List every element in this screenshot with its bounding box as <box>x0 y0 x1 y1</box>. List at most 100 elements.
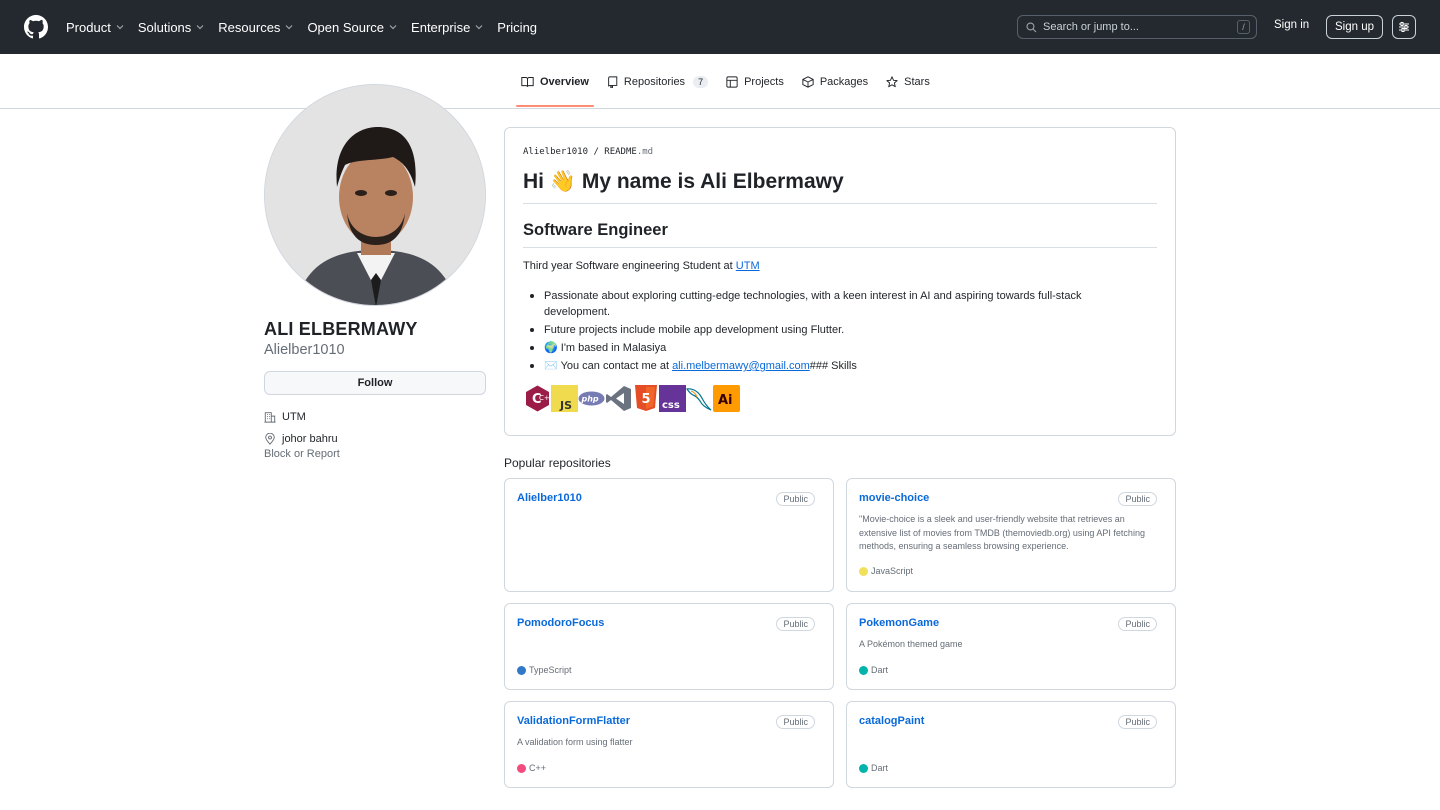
star-icon <box>886 75 898 87</box>
language-color-dot <box>859 665 868 675</box>
location-icon <box>265 433 275 445</box>
repo-description: "Movie-choice is a sleek and user-friend… <box>859 514 1145 551</box>
list-item-text: ### Skills <box>809 360 857 372</box>
nav-enterprise[interactable]: Enterprise <box>411 20 483 35</box>
readme-intro: Third year Software engineering Student … <box>523 260 760 272</box>
heading-text: Hi <box>523 170 550 193</box>
nav-open-source[interactable]: Open Source <box>307 20 397 35</box>
chevron-down-icon <box>389 25 397 30</box>
envelope-emoji: ✉️ <box>544 360 558 372</box>
repo-card: PokemonGame Public A Pokémon themed game… <box>846 603 1176 690</box>
list-item: Passionate about exploring cutting-edge … <box>523 288 1143 320</box>
table-icon <box>726 75 738 88</box>
breadcrumb-separator: / <box>593 147 599 157</box>
repo-card: movie-choice Public "Movie-choice is a s… <box>846 478 1176 592</box>
language-label: C++ <box>529 763 547 773</box>
repo-name-link[interactable]: ValidationFormFlatter <box>517 715 630 727</box>
profile-readme: Alielber1010 / README.md Hi 👋 My name is… <box>504 127 1176 436</box>
follow-button[interactable]: Follow <box>264 371 486 395</box>
profile-location: johor bahru <box>264 433 338 445</box>
globe-emoji: 🌍 <box>544 342 558 354</box>
repo-name-link[interactable]: PokemonGame <box>859 617 939 629</box>
list-item: Future projects include mobile app devel… <box>523 322 1143 338</box>
github-logo-icon[interactable] <box>24 15 48 39</box>
tab-overview[interactable]: Overview <box>516 54 594 109</box>
chevron-down-icon <box>475 25 483 30</box>
list-item: 🌍 I'm based in Malasiya <box>523 340 1143 356</box>
appearance-settings-button[interactable] <box>1392 15 1416 39</box>
repo-description: A Pokémon themed game <box>859 639 963 649</box>
illustrator-icon: Ai <box>713 385 740 412</box>
nav-label: Resources <box>218 19 281 35</box>
visibility-badge: Public <box>1118 715 1157 729</box>
tab-repositories[interactable]: Repositories 7 <box>602 54 713 109</box>
chevron-down-icon <box>286 25 293 30</box>
tab-label: Projects <box>744 75 784 88</box>
block-or-report-link[interactable]: Block or Report <box>264 448 340 460</box>
search-placeholder: Search or jump to... <box>1043 21 1139 33</box>
visibility-badge: Public <box>776 492 815 506</box>
avatar[interactable] <box>264 84 486 306</box>
repo-card: PomodoroFocus Public TypeScript <box>504 603 834 690</box>
sign-up-button[interactable]: Sign up <box>1326 15 1383 39</box>
utm-link[interactable]: UTM <box>736 260 760 272</box>
nav-solutions[interactable]: Solutions <box>138 20 204 35</box>
profile-organization: UTM <box>264 411 306 423</box>
language-color-dot <box>859 566 868 576</box>
avatar-photo <box>265 85 485 305</box>
search-icon <box>1026 21 1037 32</box>
cplusplus-icon: C C+ <box>524 385 551 412</box>
repo-count-badge: 7 <box>693 75 709 88</box>
readme-breadcrumb: Alielber1010 / README.md <box>523 147 653 157</box>
repo-name-link[interactable]: catalogPaint <box>859 715 924 727</box>
readme-bullet-list: Passionate about exploring cutting-edge … <box>523 288 1143 376</box>
language-color-dot <box>517 665 526 675</box>
tab-label: Stars <box>904 75 930 88</box>
profile-tabs: Overview Repositories 7 Projects Package… <box>516 54 943 109</box>
list-item: ✉️ You can contact me at ali.melbermawy@… <box>523 358 1143 374</box>
svg-text:Ai: Ai <box>718 393 733 408</box>
waving-hand-emoji: 👋 <box>549 170 576 193</box>
list-item-text: I'm based in Malasiya <box>560 342 667 354</box>
css3-icon: css <box>659 385 686 412</box>
heading-text: My name is Ali Elbermawy <box>576 170 844 193</box>
readme-owner-link[interactable]: Alielber1010 <box>523 147 588 157</box>
tab-projects[interactable]: Projects <box>721 54 789 109</box>
svg-text:5: 5 <box>641 392 650 407</box>
profile-full-name: ALI ELBERMAWY <box>264 319 418 339</box>
repo-language: Dart <box>859 665 888 675</box>
repo-language: Dart <box>859 763 888 773</box>
tab-label: Packages <box>819 75 869 88</box>
sign-in-link[interactable]: Sign in <box>1274 19 1309 31</box>
list-item-text: You can contact me at <box>560 360 673 372</box>
package-icon <box>802 75 814 88</box>
readme-file-name: README <box>604 147 637 157</box>
tab-label: Repositories <box>623 75 686 88</box>
visibility-badge: Public <box>1118 492 1157 506</box>
email-link[interactable]: ali.melbermawy@gmail.com <box>672 360 810 372</box>
html5-icon: 5 <box>632 385 659 412</box>
nav-label: Open Source <box>307 19 385 35</box>
svg-text:css: css <box>662 400 680 411</box>
nav-pricing[interactable]: Pricing <box>497 20 537 35</box>
repo-name-link[interactable]: Alielber1010 <box>517 492 582 504</box>
repo-description: A validation form using flatter <box>517 737 633 747</box>
tab-stars[interactable]: Stars <box>881 54 935 109</box>
readme-subheading: Software Engineer <box>523 221 668 239</box>
nav-label: Solutions <box>137 19 192 35</box>
javascript-icon: JS <box>551 385 578 412</box>
search-input[interactable]: Search or jump to... / <box>1017 15 1257 39</box>
repo-name-link[interactable]: PomodoroFocus <box>517 617 604 629</box>
language-label: Dart <box>871 665 889 675</box>
tab-packages[interactable]: Packages <box>797 54 873 109</box>
svg-text:JS: JS <box>559 399 572 412</box>
language-label: Dart <box>871 763 889 773</box>
repo-name-link[interactable]: movie-choice <box>859 492 929 504</box>
nav-resources[interactable]: Resources <box>218 20 293 35</box>
search-shortcut-key: / <box>1237 20 1250 34</box>
nav-label: Product <box>66 19 111 35</box>
repo-card: Alielber1010 Public <box>504 478 834 592</box>
svg-text:php: php <box>581 395 599 404</box>
readme-file-ext: .md <box>636 147 654 157</box>
nav-product[interactable]: Product <box>66 20 124 35</box>
